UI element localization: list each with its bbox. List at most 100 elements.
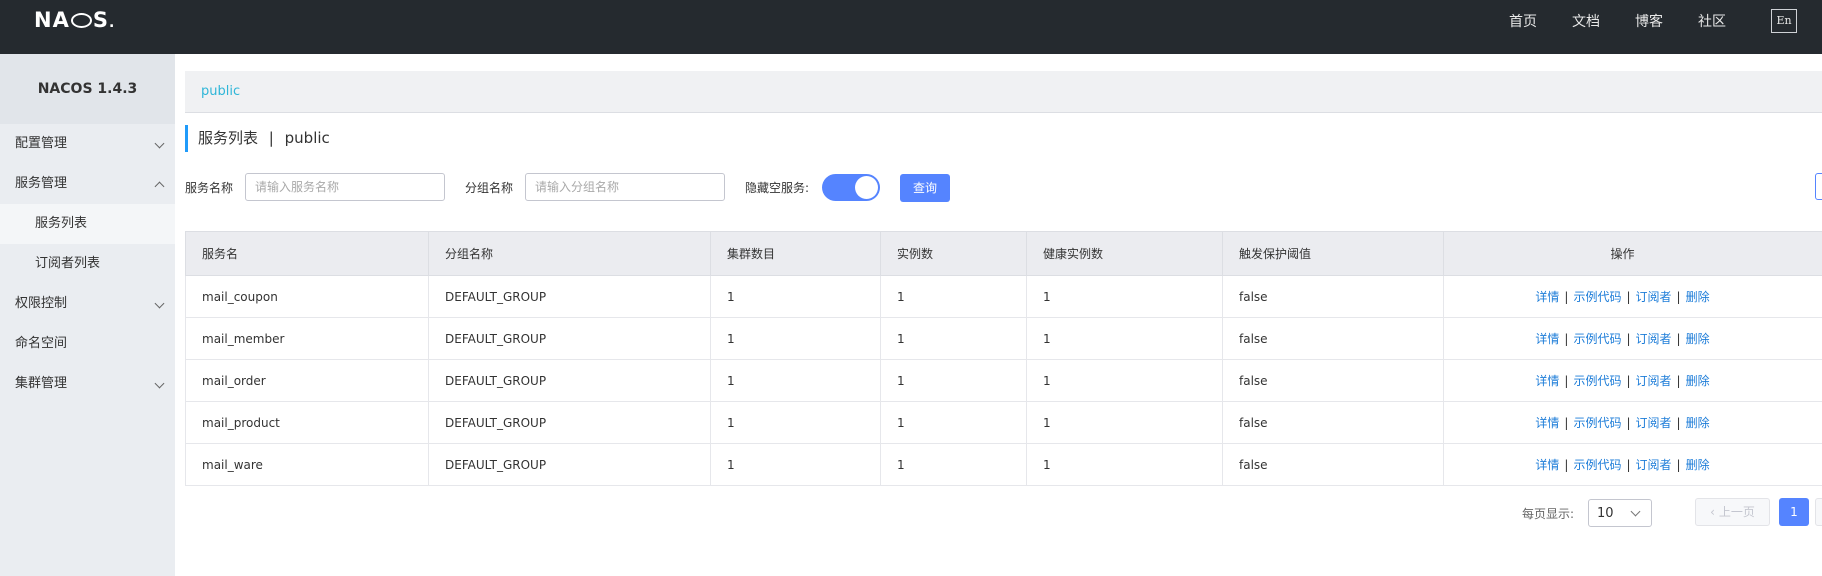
nav-home[interactable]: 首页 <box>1509 11 1537 31</box>
table-header-row: 服务名 分组名称 集群数目 实例数 健康实例数 触发保护阈值 操作 <box>185 231 1822 276</box>
hide-empty-toggle[interactable] <box>822 174 880 201</box>
action-separator: | <box>1564 332 1569 346</box>
sidebar-item-service-management[interactable]: 服务管理 <box>0 164 175 204</box>
table-row: mail_member DEFAULT_GROUP 1 1 1 false 详情 | 示例代码 |… <box>185 317 1822 360</box>
prev-page-button[interactable]: ‹ 上一页 <box>1695 498 1770 526</box>
delete-link[interactable]: 删除 <box>1686 290 1710 304</box>
table-cell: DEFAULT_GROUP <box>428 443 711 486</box>
column-header: 实例数 <box>880 231 1027 276</box>
page-title-namespace: public <box>284 129 330 147</box>
action-separator: | <box>1676 458 1681 472</box>
subscribers-link[interactable]: 订阅者 <box>1636 416 1672 430</box>
query-button[interactable]: 查询 <box>900 174 950 202</box>
table-cell: 1 <box>880 401 1027 444</box>
delete-link[interactable]: 删除 <box>1686 416 1710 430</box>
chevron-up-icon <box>154 181 165 192</box>
row-actions: 详情 | 示例代码 | 订阅者 | 删除 <box>1443 317 1822 360</box>
delete-link[interactable]: 删除 <box>1686 458 1710 472</box>
nav-community[interactable]: 社区 <box>1698 11 1726 31</box>
column-header: 触发保护阈值 <box>1222 231 1444 276</box>
next-page-button[interactable] <box>1815 498 1822 526</box>
nacos-logo[interactable]: NA S. <box>34 8 115 32</box>
language-switch-button[interactable]: En <box>1771 9 1797 33</box>
sample-code-link[interactable]: 示例代码 <box>1573 290 1621 304</box>
prev-page-label: 上一页 <box>1718 505 1755 519</box>
row-actions: 详情 | 示例代码 | 订阅者 | 删除 <box>1443 359 1822 402</box>
subscribers-link[interactable]: 订阅者 <box>1636 458 1672 472</box>
action-separator: | <box>1564 374 1569 388</box>
table-cell: false <box>1222 359 1444 402</box>
column-header: 服务名 <box>185 231 429 276</box>
sidebar-item-cluster-management[interactable]: 集群管理 <box>0 364 175 404</box>
sample-code-link[interactable]: 示例代码 <box>1573 458 1621 472</box>
table-cell: 1 <box>710 443 881 486</box>
table-cell: 1 <box>1026 443 1223 486</box>
chevron-down-icon <box>154 378 165 389</box>
chevron-down-icon <box>154 138 165 149</box>
table-cell: 1 <box>710 401 881 444</box>
per-page-select[interactable]: 10 <box>1588 499 1652 527</box>
nav-docs[interactable]: 文档 <box>1572 11 1600 31</box>
table-cell: 1 <box>880 317 1027 360</box>
delete-link[interactable]: 删除 <box>1686 332 1710 346</box>
sidebar-item-access-control[interactable]: 权限控制 <box>0 284 175 324</box>
table-cell: 1 <box>880 275 1027 318</box>
table-cell: false <box>1222 275 1444 318</box>
service-table: 服务名 分组名称 集群数目 实例数 健康实例数 触发保护阈值 操作 mail_c… <box>185 231 1822 486</box>
detail-link[interactable]: 详情 <box>1535 332 1559 346</box>
group-name-input[interactable] <box>525 173 725 201</box>
page-number-button[interactable]: 1 <box>1779 498 1809 526</box>
sidebar-item-label: 配置管理 <box>15 136 68 151</box>
top-nav: 首页 文档 博客 社区 En <box>1509 9 1822 33</box>
sidebar-item-config-management[interactable]: 配置管理 <box>0 124 175 164</box>
table-row: mail_ware DEFAULT_GROUP 1 1 1 false 详情 | 示例代码 | 订阅… <box>185 443 1822 486</box>
top-navbar: NA S. 首页 文档 博客 社区 En <box>0 0 1822 54</box>
detail-link[interactable]: 详情 <box>1535 458 1559 472</box>
table-cell: DEFAULT_GROUP <box>428 401 711 444</box>
table-cell: mail_coupon <box>185 275 429 318</box>
delete-link[interactable]: 删除 <box>1686 374 1710 388</box>
sample-code-link[interactable]: 示例代码 <box>1573 416 1621 430</box>
column-header: 健康实例数 <box>1026 231 1223 276</box>
table-cell: mail_member <box>185 317 429 360</box>
create-service-button[interactable] <box>1815 173 1822 200</box>
table-cell: 1 <box>710 275 881 318</box>
action-separator: | <box>1626 374 1631 388</box>
table-row: mail_order DEFAULT_GROUP 1 1 1 false 详情 | 示例代码 | 订… <box>185 359 1822 402</box>
table-cell: 1 <box>1026 359 1223 402</box>
namespace-link-public[interactable]: public <box>201 84 240 99</box>
logo-text-end: S <box>92 8 109 32</box>
sample-code-link[interactable]: 示例代码 <box>1573 374 1621 388</box>
action-separator: | <box>1626 416 1631 430</box>
sidebar-item-label: 服务管理 <box>15 176 68 191</box>
detail-link[interactable]: 详情 <box>1535 290 1559 304</box>
logo-ring <box>70 13 92 28</box>
action-separator: | <box>1626 332 1631 346</box>
action-separator: | <box>1676 332 1681 346</box>
table-cell: mail_order <box>185 359 429 402</box>
column-header: 操作 <box>1443 231 1822 276</box>
chevron-down-icon <box>154 298 165 309</box>
sidebar-item-subscriber-list[interactable]: 订阅者列表 <box>0 244 175 284</box>
page-title-text: 服务列表 <box>198 129 259 147</box>
sidebar-item-namespace[interactable]: 命名空间 <box>0 324 175 364</box>
column-header: 分组名称 <box>428 231 711 276</box>
table-cell: 1 <box>1026 275 1223 318</box>
table-cell: mail_product <box>185 401 429 444</box>
detail-link[interactable]: 详情 <box>1535 374 1559 388</box>
detail-link[interactable]: 详情 <box>1535 416 1559 430</box>
table-cell: false <box>1222 401 1444 444</box>
sample-code-link[interactable]: 示例代码 <box>1573 332 1621 346</box>
version-label: NACOS 1.4.3 <box>0 54 175 124</box>
subscribers-link[interactable]: 订阅者 <box>1636 374 1672 388</box>
action-separator: | <box>1626 290 1631 304</box>
row-actions: 详情 | 示例代码 | 订阅者 | 删除 <box>1443 275 1822 318</box>
column-header: 集群数目 <box>710 231 881 276</box>
page-title: 服务列表 | public <box>185 125 330 152</box>
service-name-input[interactable] <box>245 173 445 201</box>
action-separator: | <box>1626 458 1631 472</box>
subscribers-link[interactable]: 订阅者 <box>1636 290 1672 304</box>
subscribers-link[interactable]: 订阅者 <box>1636 332 1672 346</box>
nav-blog[interactable]: 博客 <box>1635 11 1663 31</box>
sidebar-item-service-list[interactable]: 服务列表 <box>0 204 175 244</box>
